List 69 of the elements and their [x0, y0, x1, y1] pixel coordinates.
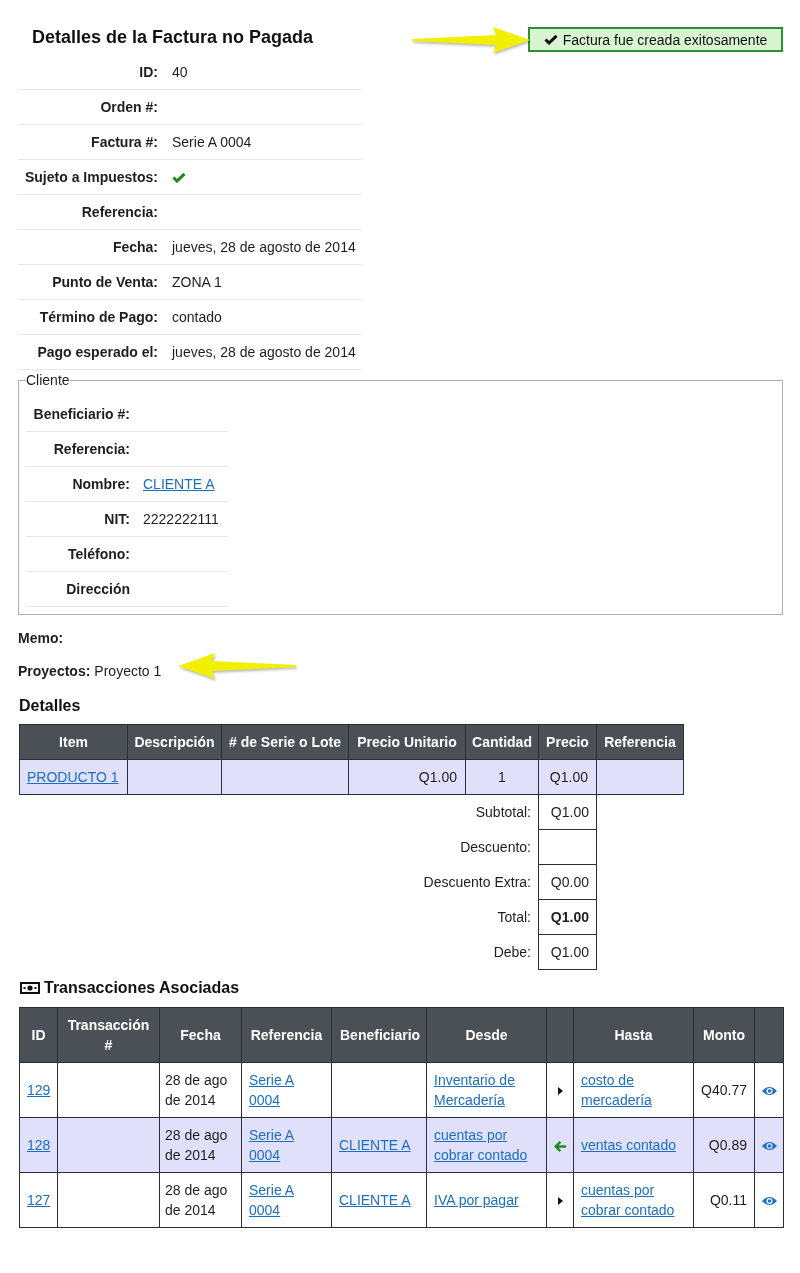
field-value: Serie A 0004	[172, 134, 252, 150]
column-header: Beneficiario	[331, 1007, 427, 1063]
field-label: Orden #:	[100, 99, 158, 115]
eye-icon[interactable]	[762, 1196, 777, 1207]
memo-label: Memo:	[18, 630, 64, 646]
field-label: ID:	[139, 64, 158, 80]
check-icon	[543, 34, 558, 45]
table-cell: Q0.89	[693, 1117, 755, 1173]
field-label: Teléfono:	[68, 546, 130, 562]
summary-label: Descuento:	[460, 839, 531, 855]
field-link[interactable]: CLIENTE A	[143, 476, 215, 492]
field-label: Referencia:	[53, 441, 130, 457]
field-label: Término de Pago:	[39, 309, 158, 325]
table-cell: Q0.11	[693, 1172, 755, 1228]
column-header: Item	[19, 724, 128, 760]
column-header: Referencia	[596, 724, 684, 760]
field-label: Nombre:	[72, 476, 130, 492]
field-value: 40	[172, 64, 188, 80]
projects-label: Proyectos:	[18, 663, 91, 679]
column-header: Precio Unitario	[348, 724, 466, 760]
field-value: jueves, 28 de agosto de 2014	[172, 239, 356, 255]
field-label: NIT:	[104, 511, 130, 527]
summary-value: Q0.00	[538, 864, 597, 900]
field-value: contado	[172, 309, 222, 325]
section-legend: Cliente	[26, 372, 70, 388]
eye-icon[interactable]	[762, 1141, 777, 1152]
column-header: Monto	[693, 1007, 755, 1063]
column-header: Hasta	[573, 1007, 694, 1063]
field-label: Punto de Venta:	[52, 274, 158, 290]
field-label: Pago esperado el:	[37, 344, 158, 360]
eye-icon[interactable]	[762, 1086, 777, 1097]
summary-value: Q1.00	[538, 794, 597, 830]
section-title: Detalles	[19, 696, 81, 716]
table-cell: 28 de ago de 2014	[159, 1062, 242, 1118]
summary-label: Descuento Extra:	[423, 874, 531, 890]
column-header: Precio	[538, 724, 597, 760]
alert-message: Factura fue creada exitosamente	[562, 31, 768, 48]
field-label: Beneficiario #:	[33, 406, 130, 422]
table-cell: Q40.77	[693, 1062, 755, 1118]
column-header: Fecha	[159, 1007, 242, 1063]
column-header: Cantidad	[465, 724, 539, 760]
column-header: # de Serie o Lote	[221, 724, 349, 760]
column-header: ID	[19, 1007, 58, 1063]
projects-value: Proyecto 1	[94, 663, 162, 679]
field-value: ZONA 1	[172, 274, 222, 290]
column-header: Referencia	[241, 1007, 332, 1063]
column-header: Descripción	[127, 724, 222, 760]
table-cell: 1	[465, 759, 539, 795]
field-label: Factura #:	[91, 134, 158, 150]
summary-value: Q1.00	[538, 899, 597, 935]
field-value: jueves, 28 de agosto de 2014	[172, 344, 356, 360]
column-header: Transacción #	[57, 1007, 160, 1063]
field-label: Sujeto a Impuestos:	[24, 169, 158, 185]
summary-value: Q1.00	[538, 934, 597, 970]
summary-label: Total:	[497, 909, 531, 925]
section-title: Transacciones Asociadas	[44, 978, 240, 998]
table-cell: 28 de ago de 2014	[159, 1117, 242, 1173]
table-cell: 28 de ago de 2014	[159, 1172, 242, 1228]
field-label: Dirección	[66, 581, 130, 597]
field-label: Fecha:	[112, 239, 158, 255]
table-cell: Q1.00	[348, 759, 466, 795]
field-value: 2222222111	[143, 511, 219, 527]
banknote-icon	[20, 982, 40, 994]
column-header: Desde	[426, 1007, 547, 1063]
summary-label: Debe:	[493, 944, 531, 960]
summary-label: Subtotal:	[475, 804, 531, 821]
field-label: Referencia:	[81, 204, 158, 220]
page-title: Detalles de la Factura no Pagada	[32, 27, 314, 47]
table-cell: Q1.00	[538, 759, 597, 795]
